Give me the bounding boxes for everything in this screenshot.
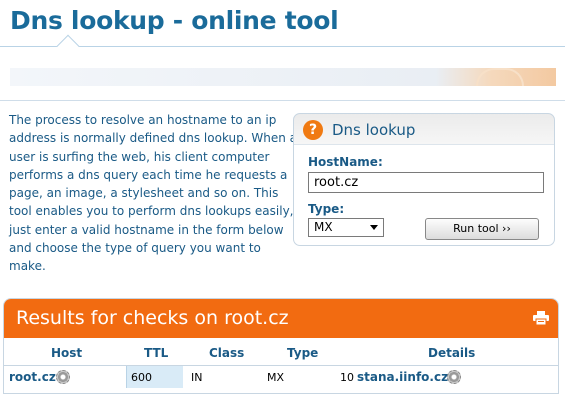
gear-icon[interactable] bbox=[56, 370, 70, 384]
results-panel: Results for checks on root.cz Host TTL C… bbox=[3, 298, 559, 394]
column-header-ttl: TTL bbox=[144, 346, 169, 360]
section-divider bbox=[0, 100, 565, 101]
host-link[interactable]: root.cz bbox=[9, 370, 56, 384]
title-notch bbox=[56, 34, 80, 58]
page-title: Dns lookup - online tool bbox=[10, 6, 339, 35]
intro-text: The process to resolve an hostname to an… bbox=[9, 113, 297, 274]
dns-lookup-panel: ? Dns lookup HostName: Type: MX Run tool… bbox=[293, 113, 555, 246]
priority-value: 10 bbox=[340, 371, 354, 384]
hostname-input[interactable] bbox=[308, 172, 544, 193]
gear-icon[interactable] bbox=[447, 370, 461, 384]
column-header-details: Details bbox=[428, 346, 476, 360]
column-header-type: Type bbox=[287, 346, 319, 360]
class-value: IN bbox=[191, 371, 203, 384]
type-select-value: MX bbox=[314, 220, 333, 234]
banner-decoration bbox=[476, 68, 524, 86]
type-label: Type: bbox=[308, 202, 345, 216]
column-header-host: Host bbox=[51, 346, 83, 360]
chevron-down-icon bbox=[370, 225, 378, 230]
type-select[interactable]: MX bbox=[308, 218, 384, 237]
column-header-class: Class bbox=[209, 346, 245, 360]
target-link[interactable]: stana.iinfo.cz bbox=[357, 370, 448, 384]
results-title: Results for checks on root.cz bbox=[16, 307, 289, 329]
header-banner bbox=[10, 68, 556, 86]
help-icon[interactable]: ? bbox=[303, 120, 323, 140]
run-tool-button[interactable]: Run tool ›› bbox=[425, 218, 539, 240]
ttl-value: 600 bbox=[131, 371, 152, 384]
hostname-label: HostName: bbox=[308, 155, 383, 169]
lookup-header-divider bbox=[294, 144, 554, 145]
printer-icon[interactable] bbox=[533, 311, 549, 325]
header-row-divider bbox=[4, 365, 558, 366]
type-value: MX bbox=[267, 371, 285, 384]
title-rule bbox=[0, 46, 565, 47]
results-header-bar: Results for checks on root.cz bbox=[4, 299, 558, 338]
lookup-title: Dns lookup bbox=[332, 121, 416, 139]
